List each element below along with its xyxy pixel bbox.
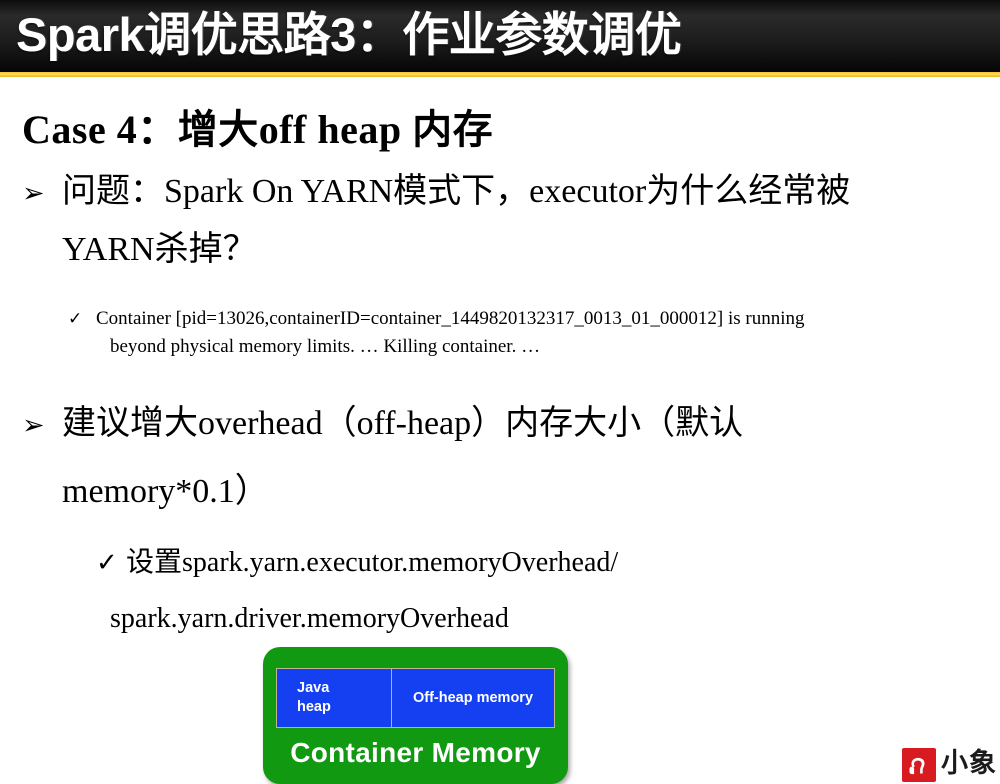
java-heap-label-line1: Java — [297, 680, 330, 696]
sub-bullet-log-line1: Container [pid=13026,containerID=contain… — [96, 308, 805, 329]
bullet-recommendation: ➢ 建议增大overhead（off-heap）内存大小（默认 — [22, 395, 994, 455]
off-heap-memory-block: Off-heap memory — [392, 669, 554, 727]
sub-bullet-config-line1: 设置spark.yarn.executor.memoryOverhead/ — [126, 547, 619, 578]
logo-wordmark: 小象 — [941, 748, 997, 778]
java-heap-label-line2: heap — [297, 699, 331, 715]
check-bullet-icon: ✓ — [96, 548, 118, 578]
sub-bullet-log-line2: beyond physical memory limits. … Killing… — [110, 336, 541, 357]
slide-canvas: Spark调优思路3：作业参数调优 Case 4：增大off heap 内存 ➢… — [0, 0, 1000, 784]
sub-bullet-config: ✓ 设置spark.yarn.executor.memoryOverhead/ — [96, 540, 618, 586]
case-heading: Case 4：增大off heap 内存 — [22, 107, 494, 152]
arrow-bullet-icon: ➢ — [22, 178, 45, 209]
bullet-recommendation-line2: memory*0.1） — [62, 473, 269, 510]
arrow-bullet-icon: ➢ — [22, 410, 45, 441]
java-heap-block: Java heap — [277, 669, 392, 727]
check-bullet-icon: ✓ — [68, 309, 83, 329]
brand-logo: 小象 — [902, 748, 998, 784]
bullet-recommendation-line1: 建议增大overhead（off-heap）内存大小（默认 — [62, 405, 744, 442]
container-memory-label: Container Memory — [290, 737, 541, 768]
bullet-question-line1: 问题：Spark On YARN模式下，executor为什么经常被 — [62, 173, 851, 210]
container-memory-diagram: Java heap Off-heap memory Container Memo… — [263, 647, 568, 784]
bullet-question: ➢ 问题：Spark On YARN模式下，executor为什么经常被 — [22, 163, 994, 223]
slide-title-banner: Spark调优思路3：作业参数调优 — [0, 0, 1000, 72]
bullet-question-line2: YARN杀掉？ — [62, 231, 257, 268]
elephant-icon — [909, 757, 925, 775]
sub-bullet-config-line2: spark.yarn.driver.memoryOverhead — [110, 603, 509, 634]
logo-mark — [902, 748, 936, 782]
page-title: Spark调优思路3：作业参数调优 — [16, 8, 682, 61]
memory-blocks-row: Java heap Off-heap memory — [276, 668, 555, 728]
sub-bullet-log: ✓ Container [pid=13026,containerID=contai… — [68, 305, 804, 333]
